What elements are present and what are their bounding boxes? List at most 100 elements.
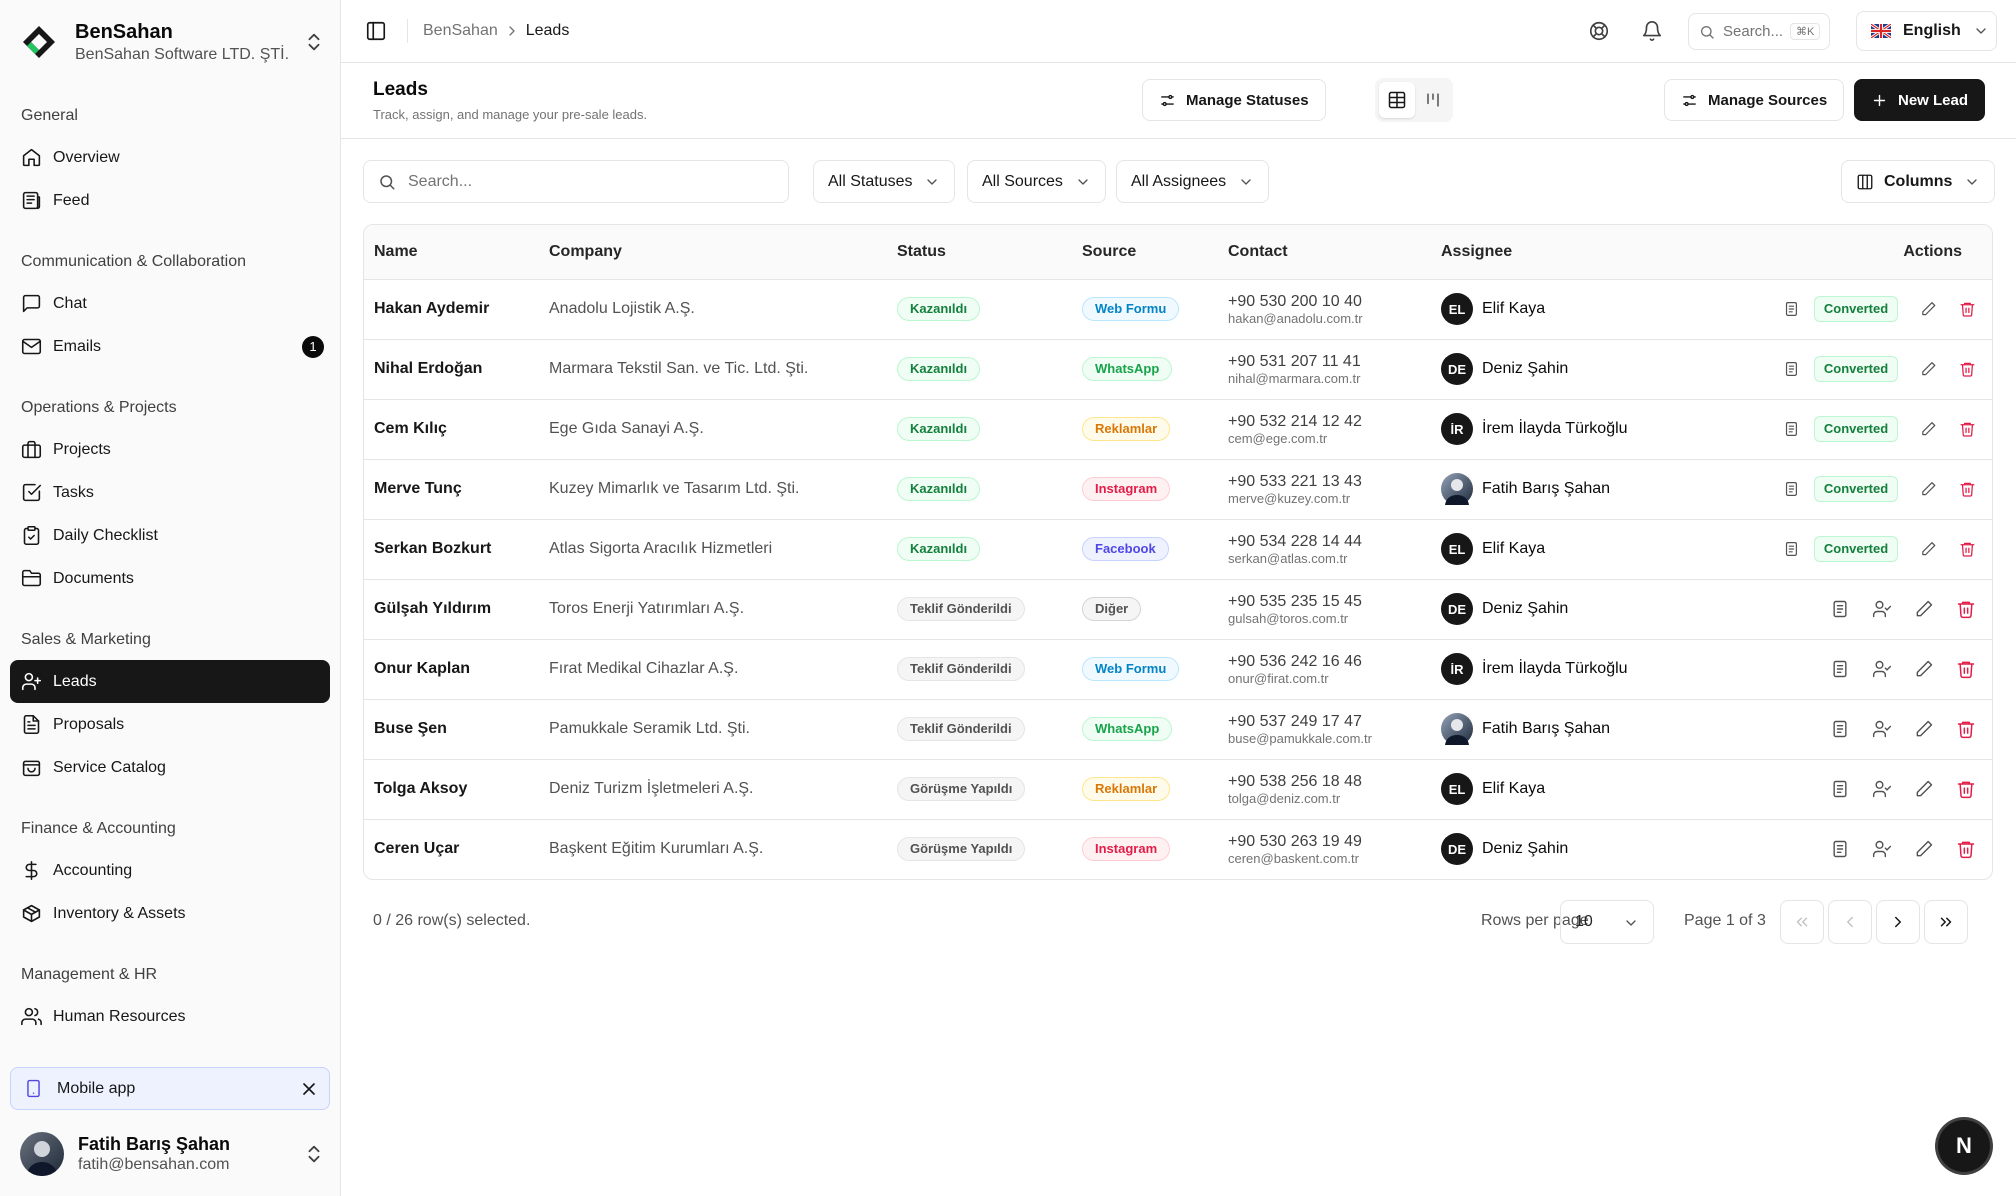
file-text-icon[interactable] xyxy=(1830,839,1850,859)
pencil-icon[interactable] xyxy=(1920,359,1937,379)
table-row[interactable]: Buse Şen Pamukkale Seramik Ltd. Şti. Tek… xyxy=(364,699,1992,759)
table-row[interactable]: Nihal Erdoğan Marmara Tekstil San. ve Ti… xyxy=(364,339,1992,399)
new-lead-button[interactable]: New Lead xyxy=(1854,79,1986,121)
pencil-icon[interactable] xyxy=(1914,839,1934,859)
trash-icon[interactable] xyxy=(1956,779,1976,799)
manage-statuses-button[interactable]: Manage Statuses xyxy=(1142,79,1326,121)
user-check-icon[interactable] xyxy=(1872,779,1892,799)
trash-icon[interactable] xyxy=(1956,599,1976,619)
trash-icon[interactable] xyxy=(1959,419,1976,439)
sidebar-item-chat[interactable]: Chat xyxy=(10,282,330,325)
lead-name[interactable]: Cem Kılıç xyxy=(364,399,539,459)
trash-icon[interactable] xyxy=(1959,539,1976,559)
trash-icon[interactable] xyxy=(1956,839,1976,859)
column-header-contact[interactable]: Contact xyxy=(1218,225,1431,280)
previous-page-button[interactable] xyxy=(1828,900,1872,944)
sidebar-item-projects[interactable]: Projects xyxy=(10,428,330,471)
manage-sources-button[interactable]: Manage Sources xyxy=(1664,79,1845,121)
kanban-view-button[interactable] xyxy=(1415,82,1451,118)
file-text-icon[interactable] xyxy=(1830,599,1850,619)
lead-name[interactable]: Onur Kaplan xyxy=(364,639,539,699)
bell-icon[interactable] xyxy=(1641,20,1663,42)
table-view-button[interactable] xyxy=(1379,82,1415,118)
sidebar-item-proposals[interactable]: Proposals xyxy=(10,703,330,746)
table-row[interactable]: Gülşah Yıldırım Toros Enerji Yatırımları… xyxy=(364,579,1992,639)
file-text-icon[interactable] xyxy=(1830,719,1850,739)
global-search[interactable]: Search... ⌘K xyxy=(1688,13,1830,50)
sidebar-item-accounting[interactable]: Accounting xyxy=(10,849,330,892)
pencil-icon[interactable] xyxy=(1914,659,1934,679)
sidebar-item-emails[interactable]: Emails 1 xyxy=(10,325,330,368)
sidebar-item-feed[interactable]: Feed xyxy=(10,179,330,222)
table-row[interactable]: Tolga Aksoy Deniz Turizm İşletmeleri A.Ş… xyxy=(364,759,1992,819)
column-header-source[interactable]: Source xyxy=(1072,225,1218,280)
file-text-icon[interactable] xyxy=(1830,659,1850,679)
sidebar-item-inventory[interactable]: Inventory & Assets xyxy=(10,892,330,935)
trash-icon[interactable] xyxy=(1959,359,1976,379)
pencil-icon[interactable] xyxy=(1914,779,1934,799)
file-text-icon[interactable] xyxy=(1783,359,1800,379)
sidebar-item-leads[interactable]: Leads xyxy=(10,660,330,703)
pencil-icon[interactable] xyxy=(1920,299,1937,319)
sidebar-item-documents[interactable]: Documents xyxy=(10,557,330,600)
column-header-company[interactable]: Company xyxy=(539,225,887,280)
last-page-button[interactable] xyxy=(1924,900,1968,944)
file-text-icon[interactable] xyxy=(1830,779,1850,799)
breadcrumb-link[interactable]: BenSahan xyxy=(423,22,498,40)
user-check-icon[interactable] xyxy=(1872,719,1892,739)
source-filter[interactable]: All Sources xyxy=(967,160,1106,203)
file-text-icon[interactable] xyxy=(1783,479,1800,499)
lead-name[interactable]: Nihal Erdoğan xyxy=(364,339,539,399)
lead-name[interactable]: Ceren Uçar xyxy=(364,819,539,879)
user-check-icon[interactable] xyxy=(1872,599,1892,619)
trash-icon[interactable] xyxy=(1959,479,1976,499)
leads-search-input[interactable]: Search... xyxy=(363,160,789,203)
pencil-icon[interactable] xyxy=(1920,479,1937,499)
language-select[interactable]: English xyxy=(1856,11,1997,51)
org-switcher[interactable]: BenSahan BenSahan Software LTD. ŞTİ. xyxy=(20,18,325,66)
rows-per-page-select[interactable]: 10 xyxy=(1560,900,1654,944)
column-header-assignee[interactable]: Assignee xyxy=(1431,225,1751,280)
table-row[interactable]: Cem Kılıç Ege Gıda Sanayi A.Ş. Kazanıldı… xyxy=(364,399,1992,459)
trash-icon[interactable] xyxy=(1956,719,1976,739)
table-row[interactable]: Onur Kaplan Fırat Medikal Cihazlar A.Ş. … xyxy=(364,639,1992,699)
user-check-icon[interactable] xyxy=(1872,839,1892,859)
mobile-app-banner[interactable]: Mobile app xyxy=(10,1067,330,1110)
pencil-icon[interactable] xyxy=(1920,539,1937,559)
pencil-icon[interactable] xyxy=(1920,419,1937,439)
floating-assistant-button[interactable]: N xyxy=(1938,1120,1990,1172)
sidebar-item-daily-checklist[interactable]: Daily Checklist xyxy=(10,514,330,557)
file-text-icon[interactable] xyxy=(1783,299,1800,319)
column-header-status[interactable]: Status xyxy=(887,225,1072,280)
next-page-button[interactable] xyxy=(1876,900,1920,944)
column-header-name[interactable]: Name xyxy=(364,225,539,280)
table-row[interactable]: Serkan Bozkurt Atlas Sigorta Aracılık Hi… xyxy=(364,519,1992,579)
sidebar-item-overview[interactable]: Overview xyxy=(10,136,330,179)
sidebar-item-tasks[interactable]: Tasks xyxy=(10,471,330,514)
first-page-button[interactable] xyxy=(1780,900,1824,944)
table-row[interactable]: Ceren Uçar Başkent Eğitim Kurumları A.Ş.… xyxy=(364,819,1992,879)
columns-button[interactable]: Columns xyxy=(1841,160,1996,203)
trash-icon[interactable] xyxy=(1959,299,1976,319)
table-row[interactable]: Hakan Aydemir Anadolu Lojistik A.Ş. Kaza… xyxy=(364,279,1992,339)
help-buoy-icon[interactable] xyxy=(1588,20,1610,42)
sidebar-item-service-catalog[interactable]: Service Catalog xyxy=(10,746,330,789)
lead-name[interactable]: Gülşah Yıldırım xyxy=(364,579,539,639)
user-check-icon[interactable] xyxy=(1872,659,1892,679)
trash-icon[interactable] xyxy=(1956,659,1976,679)
file-text-icon[interactable] xyxy=(1783,539,1800,559)
lead-name[interactable]: Serkan Bozkurt xyxy=(364,519,539,579)
pencil-icon[interactable] xyxy=(1914,719,1934,739)
lead-name[interactable]: Hakan Aydemir xyxy=(364,279,539,339)
lead-name[interactable]: Tolga Aksoy xyxy=(364,759,539,819)
lead-name[interactable]: Merve Tunç xyxy=(364,459,539,519)
status-filter[interactable]: All Statuses xyxy=(813,160,956,203)
sidebar-item-human-resources[interactable]: Human Resources xyxy=(10,995,330,1038)
table-row[interactable]: Merve Tunç Kuzey Mimarlık ve Tasarım Ltd… xyxy=(364,459,1992,519)
lead-name[interactable]: Buse Şen xyxy=(364,699,539,759)
file-text-icon[interactable] xyxy=(1783,419,1800,439)
user-menu[interactable]: Fatih Barış Şahan fatih@bensahan.com xyxy=(20,1130,325,1178)
sidebar-toggle-icon[interactable] xyxy=(365,20,387,42)
pencil-icon[interactable] xyxy=(1914,599,1934,619)
assignee-filter[interactable]: All Assignees xyxy=(1116,160,1270,203)
